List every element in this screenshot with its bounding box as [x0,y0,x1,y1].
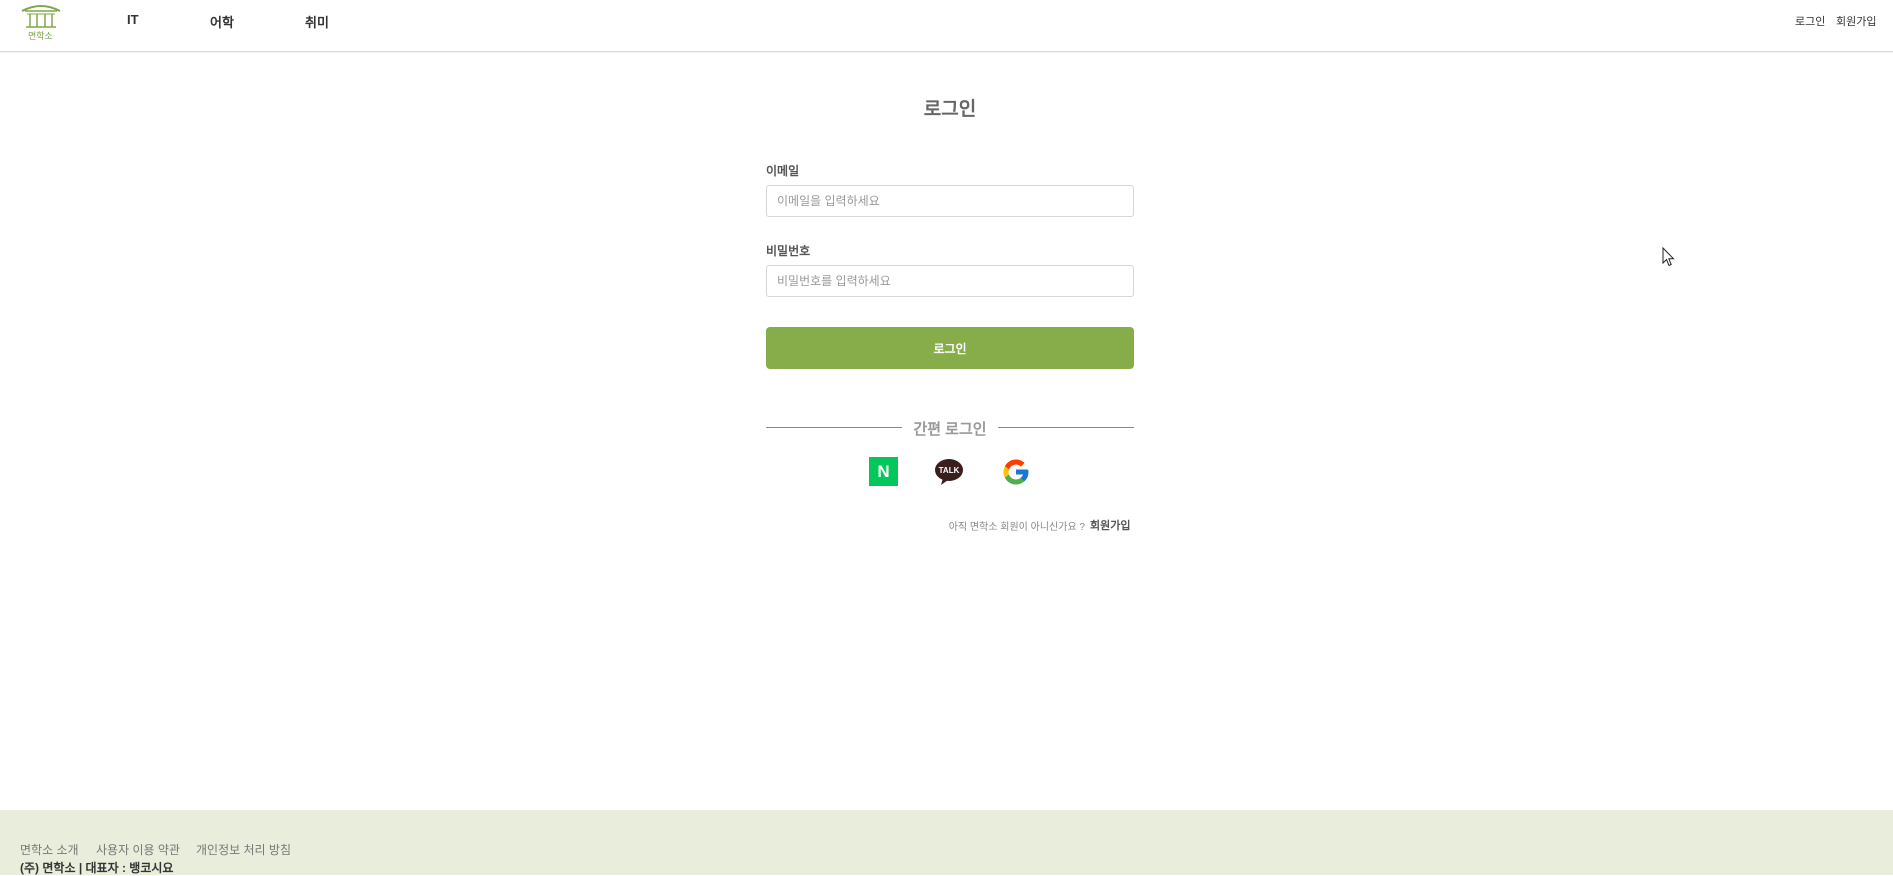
top-nav-bar: 면학소 IT 어학 취미 로그인 회원가입 [0,0,1893,52]
footer-link-about[interactable]: 면학소 소개 [20,841,79,858]
signup-link[interactable]: 회원가입 [1090,517,1130,533]
nav-hobby[interactable]: 취미 [305,12,329,31]
divider-line-left [766,427,902,428]
page-title: 로그인 [923,99,977,120]
email-label: 이메일 [766,164,800,178]
mouse-pointer-icon [1662,247,1675,267]
google-login-button[interactable] [1001,457,1031,487]
naver-icon: N [877,462,890,481]
login-button[interactable]: 로그인 [766,327,1134,369]
email-input[interactable] [766,185,1134,217]
footer-company-info: (주) 면학소 | 대표자 : 뱅코시요 [20,861,174,875]
nav-it[interactable]: IT [127,12,139,27]
password-label: 비밀번호 [766,244,811,258]
footer: 면학소 소개 사용자 이용 약관 개인정보 처리 방침 (주) 면학소 | 대표… [0,810,1893,875]
social-login-divider-text: 간편 로그인 [913,421,987,438]
password-input[interactable] [766,265,1134,297]
kakao-talk-text: TALK [939,466,960,475]
kakao-login-button[interactable]: TALK [934,457,964,487]
google-icon [1003,459,1029,485]
kakao-talk-icon: TALK [935,459,963,485]
divider-line-right [998,427,1134,428]
footer-link-privacy[interactable]: 개인정보 처리 방침 [196,841,291,858]
logo-text: 면학소 [28,31,53,41]
naver-login-button[interactable]: N [869,457,898,486]
header-login-link[interactable]: 로그인 [1795,13,1825,29]
footer-link-terms[interactable]: 사용자 이용 약관 [96,841,180,858]
header-signup-link[interactable]: 회원가입 [1836,13,1876,29]
pavilion-logo-icon [21,5,61,28]
logo[interactable]: 면학소 [20,2,62,41]
nav-language[interactable]: 어학 [210,12,234,31]
signup-prompt-text: 아직 면학소 회원이 아니신가요 ? [948,522,1085,533]
